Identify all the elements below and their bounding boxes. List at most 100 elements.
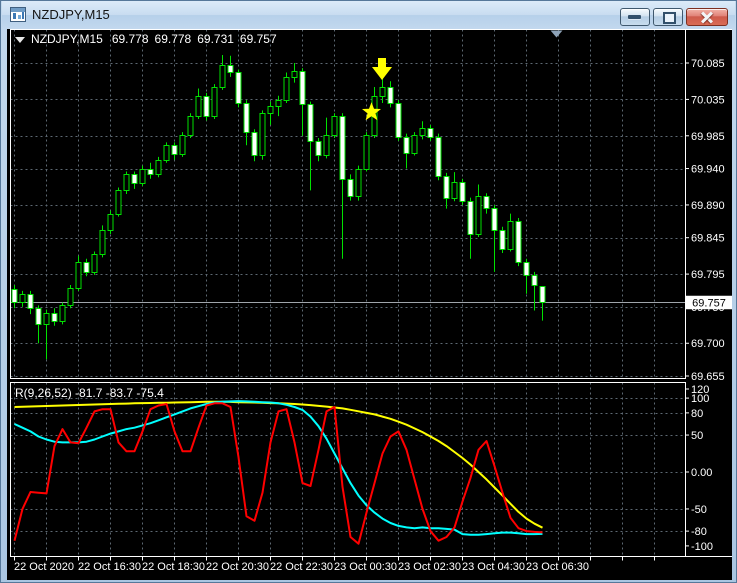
candle xyxy=(227,65,234,73)
time-axis-label: 23 Oct 04:30 xyxy=(462,561,525,573)
candle xyxy=(11,289,18,303)
candle xyxy=(107,214,114,231)
chart-ohlc-header: NZDJPY,M15 69.778 69.778 69.731 69.757 xyxy=(15,32,283,46)
candle xyxy=(99,230,106,255)
price-axis-label: 69.845 xyxy=(691,233,725,245)
candle xyxy=(155,160,162,175)
candle xyxy=(19,294,26,303)
minimize-button[interactable] xyxy=(620,8,650,26)
candle xyxy=(339,116,346,180)
candle xyxy=(275,100,282,107)
candle xyxy=(299,71,306,105)
candle xyxy=(379,87,386,97)
indicator-axis-label: -100 xyxy=(691,541,713,553)
candle xyxy=(507,221,514,250)
candles-group xyxy=(11,54,546,360)
candle xyxy=(147,169,154,175)
minimize-icon xyxy=(628,15,641,19)
candle xyxy=(499,230,506,250)
candle xyxy=(251,132,258,156)
restore-button[interactable] xyxy=(653,8,683,26)
candle xyxy=(467,201,474,235)
close-button[interactable] xyxy=(686,8,728,26)
candle xyxy=(483,196,490,209)
candle xyxy=(139,169,146,184)
candle xyxy=(363,135,370,170)
candle xyxy=(387,87,394,104)
dropdown-triangle-icon xyxy=(15,36,25,43)
candle xyxy=(307,104,314,142)
time-axis-label: 23 Oct 00:30 xyxy=(334,561,397,573)
chart-canvas[interactable]: 70.085 70.035 69.985 69.940 69.890 69.845 69.7… xyxy=(7,29,732,580)
candle xyxy=(355,169,362,197)
time-axis-label: 22 Oct 16:30 xyxy=(78,561,141,573)
candle xyxy=(67,288,74,306)
candle xyxy=(131,174,138,184)
price-axis-label: 70.035 xyxy=(691,94,725,106)
header-high: 69.778 xyxy=(154,32,192,46)
indicator-axis-label: -80 xyxy=(691,526,707,538)
candle xyxy=(187,116,194,136)
candle xyxy=(75,262,82,289)
candle xyxy=(259,113,266,156)
price-axis-label: 70.085 xyxy=(691,58,725,70)
chart-area[interactable]: 70.085 70.035 69.985 69.940 69.890 69.845 69.7… xyxy=(7,29,732,580)
price-axis-label: 69.890 xyxy=(691,200,725,212)
price-axis-label: 69.940 xyxy=(691,164,725,176)
candle xyxy=(451,182,458,199)
candle xyxy=(211,87,218,117)
candle xyxy=(171,145,178,155)
candle xyxy=(475,196,482,235)
time-axis-label: 22 Oct 2020 xyxy=(14,561,74,573)
candle xyxy=(323,135,330,156)
time-axis-label: 23 Oct 02:30 xyxy=(398,561,461,573)
candle xyxy=(51,313,58,322)
candle xyxy=(243,103,250,133)
indicator-header: R(9,26,52) -81.7 -83.7 -75.4 xyxy=(15,386,164,400)
title-bar[interactable]: NZDJPY,M15 xyxy=(2,1,735,29)
candle xyxy=(539,286,546,303)
candle xyxy=(219,65,226,88)
candle xyxy=(179,135,186,155)
candle xyxy=(283,77,290,101)
candle xyxy=(91,254,98,273)
candle xyxy=(523,262,530,276)
candle xyxy=(347,179,354,197)
candle xyxy=(43,313,50,325)
indicator-axis-label: -50 xyxy=(691,504,707,516)
candle xyxy=(515,221,522,263)
indicator-axis-label: 80 xyxy=(691,408,703,420)
candle xyxy=(435,137,442,177)
candle xyxy=(491,208,498,231)
header-close: 69.757 xyxy=(239,32,277,46)
candle xyxy=(419,128,426,136)
candle xyxy=(203,96,210,117)
candle xyxy=(27,294,34,309)
candle xyxy=(531,275,538,286)
candle xyxy=(403,137,410,154)
candle xyxy=(315,141,322,156)
time-axis-label: 22 Oct 20:30 xyxy=(206,561,269,573)
chart-shift-triangle-icon xyxy=(550,30,563,38)
sell-arrow-icon xyxy=(372,58,392,80)
candle xyxy=(427,128,434,138)
candle xyxy=(395,103,402,138)
indicator-line-slow xyxy=(14,400,543,529)
time-axis-label: 22 Oct 18:30 xyxy=(142,561,205,573)
restore-icon xyxy=(663,12,676,24)
time-axis-label: 23 Oct 06:30 xyxy=(526,561,589,573)
close-icon xyxy=(700,10,714,24)
candle xyxy=(411,135,418,154)
header-symbol: NZDJPY,M15 xyxy=(31,32,103,46)
header-low: 69.731 xyxy=(197,32,234,46)
main-plot-border xyxy=(10,29,686,379)
candle xyxy=(291,71,298,78)
candle xyxy=(163,145,170,161)
candle xyxy=(35,308,42,325)
price-axis-label: 69.700 xyxy=(691,338,725,350)
price-axis-label: 69.795 xyxy=(691,269,725,281)
candle xyxy=(267,106,274,114)
candle xyxy=(59,305,66,322)
indicator-axis-label: 50 xyxy=(691,430,703,442)
candle xyxy=(83,262,90,273)
